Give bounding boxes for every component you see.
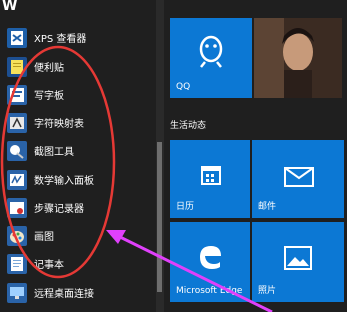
app-label: 步骤记录器: [34, 204, 84, 215]
app-item-remote-desktop[interactable]: 远程桌面连接: [0, 279, 160, 307]
app-label: 字符映射表: [34, 119, 84, 130]
character-map-icon: [7, 113, 27, 133]
app-label: 记事本: [34, 260, 64, 271]
app-item-xps-viewer[interactable]: XPS 查看器: [0, 24, 160, 52]
calendar-icon: [200, 164, 222, 190]
scrollbar-thumb[interactable]: [157, 142, 162, 292]
tile-label-mail: 邮件: [258, 202, 277, 212]
app-item-math-input[interactable]: 数学输入面板: [0, 166, 160, 194]
section-letter-w[interactable]: W: [2, 0, 17, 14]
xps-viewer-icon: [7, 28, 27, 48]
tile-label-qq: QQ: [176, 82, 191, 92]
app-label: 截图工具: [34, 147, 74, 158]
mail-tile[interactable]: 邮件: [252, 140, 344, 218]
qq-tile[interactable]: QQ: [170, 18, 252, 98]
calendar-tile[interactable]: 日历: [170, 140, 250, 218]
qq-icon: [195, 34, 227, 74]
app-item-wordpad[interactable]: 写字板: [0, 81, 160, 109]
mail-icon: [284, 166, 314, 192]
photos-tile[interactable]: 照片: [252, 222, 344, 302]
app-item-steps-recorder[interactable]: 步骤记录器: [0, 194, 160, 222]
snipping-tool-icon: [7, 141, 27, 161]
photos-icon: [284, 246, 312, 274]
tiles-panel: QQ 生活动态 日历 邮件 Microsoft Edge 照片: [164, 0, 347, 312]
notepad-icon: [7, 254, 27, 274]
app-item-character-map[interactable]: 字符映射表: [0, 109, 160, 137]
tile-label-photos: 照片: [258, 286, 277, 296]
remote-desktop-icon: [7, 283, 27, 303]
sticky-notes-icon: [7, 57, 27, 77]
app-label: 远程桌面连接: [34, 289, 94, 300]
edge-icon: [196, 242, 224, 274]
tile-label-edge: Microsoft Edge: [176, 286, 243, 296]
wordpad-icon: [7, 85, 27, 105]
app-item-sticky-notes[interactable]: 便利贴: [0, 53, 160, 81]
photo-tile[interactable]: [254, 18, 342, 98]
tile-label-calendar: 日历: [176, 202, 195, 212]
app-label: XPS 查看器: [34, 34, 87, 45]
paint-icon: [7, 226, 27, 246]
steps-recorder-icon: [7, 198, 27, 218]
app-label: 画图: [34, 232, 54, 243]
app-item-notepad[interactable]: 记事本: [0, 250, 160, 278]
section-title-life: 生活动态: [170, 121, 207, 131]
person-photo: [254, 18, 342, 98]
app-item-snipping-tool[interactable]: 截图工具: [0, 137, 160, 165]
start-menu-app-list: W XPS 查看器 便利贴 写字板 字符映射表 截图工具 数学输入面板 步骤记录…: [0, 0, 160, 312]
app-label: 写字板: [34, 91, 64, 102]
app-label: 数学输入面板: [34, 176, 94, 187]
edge-tile[interactable]: Microsoft Edge: [170, 222, 250, 302]
app-list-scrollbar[interactable]: [156, 0, 164, 312]
math-input-icon: [7, 170, 27, 190]
app-label: 便利贴: [34, 63, 64, 74]
app-item-paint[interactable]: 画图: [0, 222, 160, 250]
